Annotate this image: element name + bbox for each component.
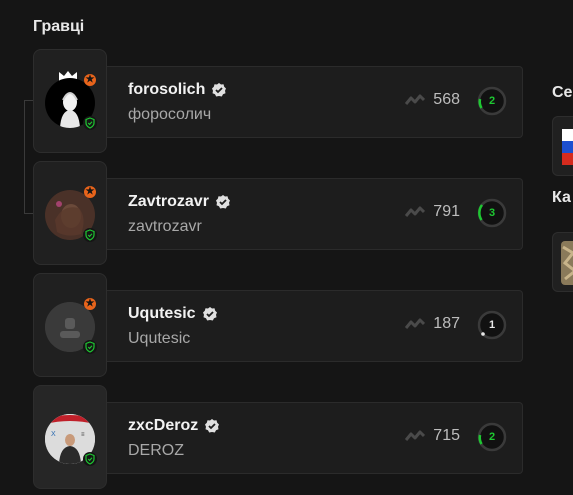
- player-nickname[interactable]: Uqutesic: [128, 305, 218, 323]
- player-realname: zavtrozavr: [128, 218, 202, 235]
- avatar-box[interactable]: ★: [33, 161, 107, 265]
- level-badge: 2: [476, 85, 508, 117]
- shield-icon: [83, 116, 97, 130]
- elo-stat: 568: [405, 91, 460, 109]
- map-thumbnail: [561, 241, 573, 285]
- map-card[interactable]: [552, 232, 573, 292]
- player-info-card[interactable]: Zavtrozavr zavtrozavr 791 3: [105, 178, 523, 250]
- level-value: 2: [488, 431, 496, 443]
- elo-trend-icon: [405, 318, 426, 329]
- map-section-title: Ка: [552, 189, 571, 206]
- elo-stat: 791: [405, 203, 460, 221]
- avatar-box[interactable]: X ≡: [33, 385, 107, 489]
- shield-icon: [83, 452, 97, 466]
- server-card[interactable]: [552, 116, 573, 176]
- nickname-text[interactable]: forosolich: [128, 81, 205, 99]
- rank-badge: ★: [84, 298, 96, 310]
- level-value: 3: [488, 207, 496, 219]
- verified-icon: [202, 307, 217, 321]
- rank-badge: ★: [84, 74, 96, 86]
- player-realname: Uqutesic: [128, 330, 191, 347]
- level-badge: 2: [476, 421, 508, 453]
- elo-trend-icon: [405, 94, 426, 105]
- russia-flag-icon: [562, 129, 573, 165]
- svg-text:≡: ≡: [81, 432, 85, 438]
- elo-stat: 715: [405, 427, 460, 445]
- elo-trend-icon: [405, 206, 426, 217]
- shield-icon: [83, 228, 97, 242]
- level-badge: 1: [476, 309, 508, 341]
- nickname-text[interactable]: zxcDeroz: [128, 417, 198, 435]
- level-value: 2: [488, 95, 496, 107]
- elo-value: 715: [433, 427, 460, 444]
- elo-value: 568: [433, 91, 460, 108]
- player-row[interactable]: ★ Uqutesic Uqutesic 187 1: [33, 273, 523, 377]
- server-section-title: Се: [552, 84, 573, 101]
- verified-icon: [212, 83, 227, 97]
- player-nickname[interactable]: Zavtrozavr: [128, 193, 231, 211]
- player-row[interactable]: X ≡ zxcDeroz DEROZ 715 2: [33, 385, 523, 489]
- player-info-card[interactable]: Uqutesic Uqutesic 187 1: [105, 290, 523, 362]
- player-row[interactable]: ★ forosolich форосолич 568 2: [33, 49, 523, 153]
- svg-text:X: X: [51, 431, 56, 438]
- elo-stat: 187: [405, 315, 460, 333]
- avatar-box[interactable]: ★: [33, 273, 107, 377]
- player-nickname[interactable]: zxcDeroz: [128, 417, 220, 435]
- avatar-box[interactable]: ★: [33, 49, 107, 153]
- player-nickname[interactable]: forosolich: [128, 81, 227, 99]
- elo-value: 791: [433, 203, 460, 220]
- nickname-text[interactable]: Zavtrozavr: [128, 193, 209, 211]
- level-badge: 3: [476, 197, 508, 229]
- section-title: Гравці: [33, 18, 85, 35]
- nickname-text[interactable]: Uqutesic: [128, 305, 196, 323]
- elo-trend-icon: [405, 430, 426, 441]
- player-info-card[interactable]: forosolich форосолич 568 2: [105, 66, 523, 138]
- player-row[interactable]: ★ Zavtrozavr zavtrozavr 791 3: [33, 161, 523, 265]
- rank-badge: ★: [84, 186, 96, 198]
- player-info-card[interactable]: zxcDeroz DEROZ 715 2: [105, 402, 523, 474]
- player-realname: форосолич: [128, 106, 212, 123]
- elo-value: 187: [433, 315, 460, 332]
- level-value: 1: [488, 319, 496, 331]
- player-realname: DEROZ: [128, 442, 184, 459]
- verified-icon: [215, 195, 230, 209]
- shield-icon: [83, 340, 97, 354]
- verified-icon: [205, 419, 220, 433]
